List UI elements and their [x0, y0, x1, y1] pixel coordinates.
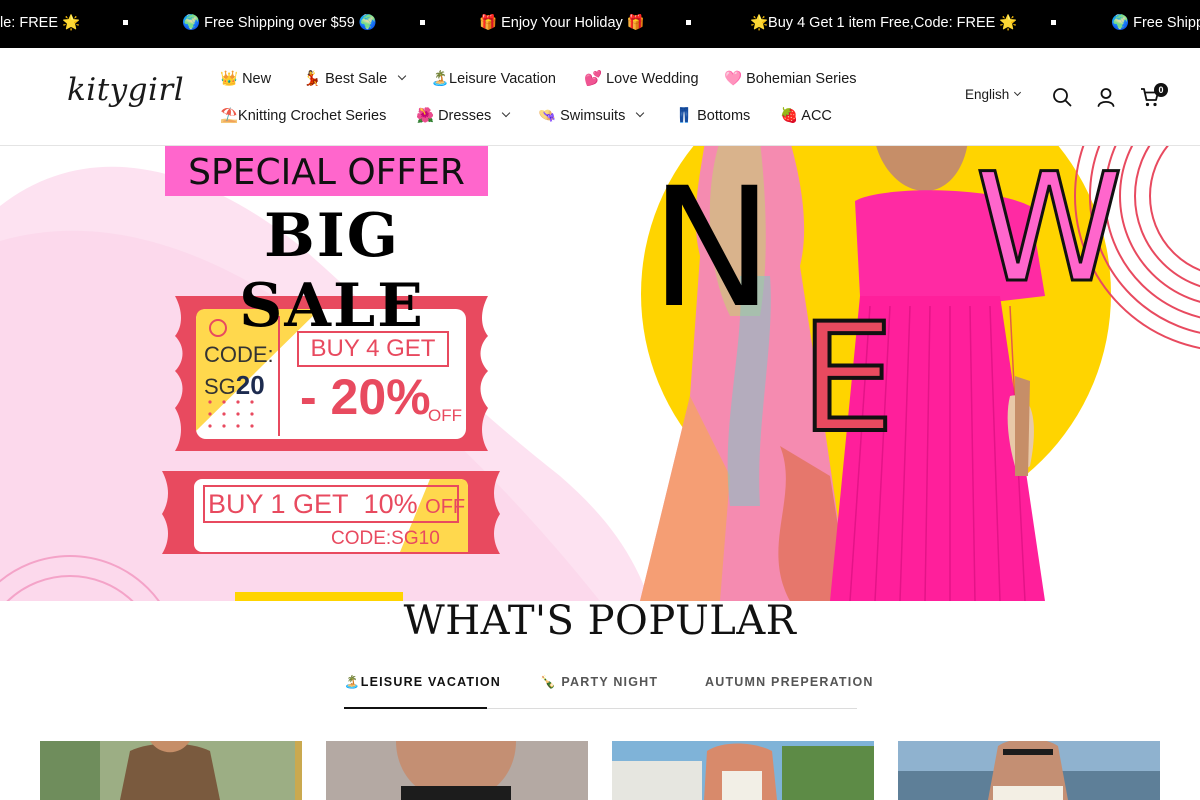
new-letter-e: E [798, 292, 897, 466]
nav-item-bohemian-series[interactable]: 🩷 Bohemian Series [724, 68, 857, 88]
account-icon[interactable] [1095, 86, 1117, 108]
language-label: English [965, 87, 1010, 102]
tab-autumn-preperation[interactable]: AUTUMN PREPERATION [705, 675, 874, 689]
chevron-down-icon [397, 71, 407, 81]
new-letter-n: N [650, 152, 774, 344]
coupon1-off: OFF [428, 406, 462, 425]
nav-label: 🍓 ACC [780, 107, 832, 124]
coupon1-code-prefix: SG [204, 374, 236, 399]
site-header: kitygirl 👑 New 💃 Best Sale 🏝️Leisure Vac… [0, 48, 1200, 146]
nav-label: 💃 Best Sale [303, 70, 388, 87]
coupon1-code-label: CODE: [204, 342, 274, 367]
product-card[interactable] [40, 741, 302, 800]
special-offer-text: SPECIAL OFFER [188, 152, 465, 193]
announcement-item[interactable]: le: FREE 🌟 [0, 0, 80, 48]
coupon1-code: SG20 [204, 370, 265, 401]
active-tab-indicator [344, 707, 487, 709]
nav-item-leisure-vacation[interactable]: 🏝️Leisure Vacation [431, 68, 556, 88]
nav-item-best-sale[interactable]: 💃 Best Sale [303, 68, 407, 88]
coupon2-off: OFF [425, 496, 466, 518]
announcement-item[interactable]: 🎁 Enjoy Your Holiday 🎁 [479, 0, 645, 48]
nav-item-acc[interactable]: 🍓 ACC [780, 105, 832, 125]
announcement-separator [1051, 20, 1056, 25]
coupon1-offer: BUY 4 GET [310, 335, 436, 362]
chevron-down-icon [502, 108, 511, 118]
product-image [40, 741, 302, 800]
nav-item-dresses[interactable]: 🌺 Dresses [416, 105, 511, 125]
coupon2-offer: BUY 1 GET 10% OFF [208, 486, 465, 525]
coupon1-code-number: 20 [235, 370, 265, 400]
chevron-down-icon [636, 108, 645, 118]
announcement-item[interactable]: 🌍 Free Shipping over $59 🌍 [1111, 0, 1200, 48]
product-card[interactable] [326, 741, 588, 800]
new-letter-w: W [973, 146, 1124, 316]
announcement-separator [686, 20, 691, 25]
product-grid [40, 741, 1160, 800]
big-sale-text: BIG SALE [239, 201, 425, 341]
product-card[interactable] [898, 741, 1160, 800]
nav-label: ⛱️Knitting Crochet Series [220, 107, 387, 124]
nav-item-knitting-crochet[interactable]: ⛱️Knitting Crochet Series [220, 105, 386, 125]
product-card[interactable] [612, 741, 874, 800]
hero-banner[interactable]: SPECIAL OFFER BIG SALE CODE: SG20 BUY 4 … [0, 146, 1200, 601]
announcement-separator [420, 20, 425, 25]
nav-item-bottoms[interactable]: 👖 Bottoms [675, 105, 750, 125]
nav-label: 👒 Swimsuits [538, 107, 626, 124]
nav-label: 👑 New [220, 70, 272, 87]
announcement-item[interactable]: 🌟Buy 4 Get 1 item Free,Code: FREE 🌟 [750, 0, 1017, 48]
announcement-separator [123, 20, 128, 25]
product-image [326, 741, 588, 800]
search-icon[interactable] [1051, 86, 1073, 108]
tab-leisure-vacation[interactable]: 🏝️LEISURE VACATION [344, 675, 501, 690]
coupon2-offer-a: BUY 1 GET [208, 489, 349, 519]
announcement-item[interactable]: 🌍 Free Shipping over $59 🌍 [182, 0, 377, 48]
coupon1-discount: - 20% [300, 369, 431, 425]
nav-label: 🏝️Leisure Vacation [431, 70, 556, 87]
announcement-bar: le: FREE 🌟 🌍 Free Shipping over $59 🌍 🎁 … [0, 0, 1200, 48]
coupon2-offer-b: 10% [363, 489, 418, 519]
nav-label: 🌺 Dresses [416, 107, 492, 124]
site-logo[interactable]: kitygirl [67, 72, 184, 108]
nav-label: 🩷 Bohemian Series [724, 70, 857, 87]
nav-item-new[interactable]: 👑 New [220, 68, 271, 88]
nav-item-love-wedding[interactable]: 💕 Love Wedding [584, 68, 699, 88]
popular-tabs: 🏝️LEISURE VACATION 🍾 PARTY NIGHT AUTUMN … [344, 670, 872, 709]
nav-label: 👖 Bottoms [675, 107, 751, 124]
cart-count-badge: 0 [1154, 83, 1168, 97]
coupon2-code: CODE:SG10 [331, 528, 440, 549]
language-selector[interactable]: English [965, 87, 1022, 102]
tab-party-night[interactable]: 🍾 PARTY NIGHT [540, 675, 658, 690]
product-image [898, 741, 1160, 800]
product-image [612, 741, 874, 800]
nav-item-swimsuits[interactable]: 👒 Swimsuits [538, 105, 645, 125]
chevron-down-icon [1014, 88, 1022, 97]
popular-section-title: WHAT'S POPULAR [403, 598, 797, 644]
nav-label: 💕 Love Wedding [584, 70, 699, 87]
